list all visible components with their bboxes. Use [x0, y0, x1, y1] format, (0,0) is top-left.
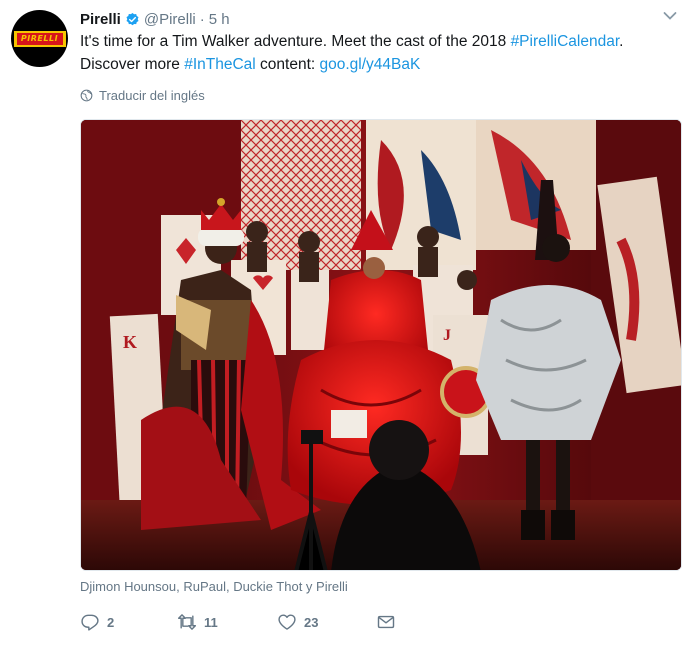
- tweet-text-part: It's time for a Tim Walker adventure. Me…: [80, 33, 511, 50]
- envelope-icon: [377, 615, 395, 629]
- photo-illustration: K J: [81, 120, 681, 570]
- tweet-header: Pirelli @Pirelli · 5 h: [80, 9, 230, 29]
- user-handle[interactable]: @Pirelli: [144, 11, 196, 28]
- chevron-down-icon[interactable]: [663, 11, 677, 21]
- tweet-text-part: content:: [255, 56, 320, 73]
- tweet-text: It's time for a Tim Walker adventure. Me…: [80, 30, 680, 76]
- retweet-count: 11: [204, 614, 218, 630]
- timestamp[interactable]: 5 h: [209, 11, 230, 28]
- retweet-button[interactable]: 11: [177, 610, 277, 634]
- tweet-actions: 2 11 23: [80, 610, 406, 634]
- reply-icon: [81, 614, 99, 631]
- avatar-logo-text: PIRELLI: [20, 34, 59, 43]
- photo-caption[interactable]: Djimon Hounsou, RuPaul, Duckie Thot y Pi…: [80, 579, 348, 594]
- like-count: 23: [304, 614, 319, 630]
- direct-message-button[interactable]: [376, 610, 406, 634]
- short-link[interactable]: goo.gl/y44BaK: [320, 56, 421, 73]
- svg-text:K: K: [123, 332, 137, 352]
- display-name[interactable]: Pirelli: [80, 11, 121, 28]
- like-button[interactable]: 23: [277, 610, 376, 634]
- reply-button[interactable]: 2: [80, 610, 177, 634]
- hashtag-pirellicalendar[interactable]: #PirelliCalendar: [511, 33, 620, 50]
- tweet-photo[interactable]: K J: [80, 119, 682, 571]
- retweet-icon: [177, 614, 197, 630]
- hashtag-inthecal[interactable]: #InTheCal: [184, 56, 256, 73]
- avatar[interactable]: PIRELLI: [11, 10, 68, 67]
- separator-dot: ·: [199, 10, 205, 28]
- globe-icon: [80, 89, 93, 101]
- translate-label: Traducir del inglés: [99, 87, 205, 103]
- pirelli-logo: PIRELLI: [13, 30, 66, 47]
- translate-link[interactable]: Traducir del inglés: [80, 86, 205, 104]
- svg-text:J: J: [443, 327, 451, 344]
- reply-count: 2: [107, 614, 115, 630]
- verified-badge-icon: [126, 12, 139, 25]
- heart-icon: [278, 614, 296, 630]
